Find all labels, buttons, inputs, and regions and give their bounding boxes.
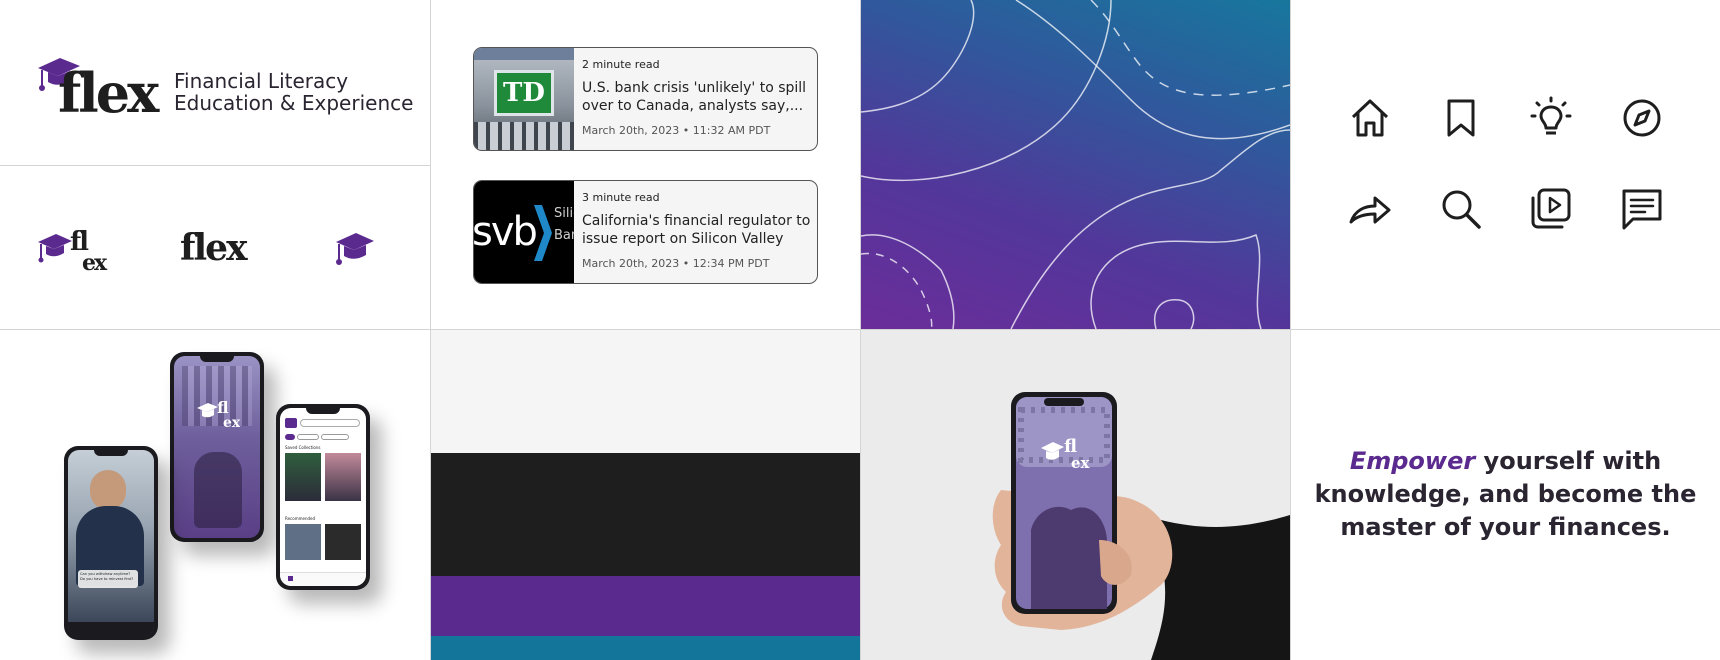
news-thumbnail: TD <box>474 48 574 150</box>
read-time: 3 minute read <box>582 191 660 204</box>
share-icon <box>1349 196 1391 224</box>
flex-logo: flex <box>38 58 163 122</box>
svg-text:flex: flex <box>58 61 160 122</box>
video-library-icon <box>1531 188 1571 229</box>
color-palette-panel <box>431 330 860 660</box>
read-time: 2 minute read <box>582 58 660 71</box>
news-cards-panel: TD 2 minute read U.S. bank crisis 'unlik… <box>431 0 860 329</box>
recommended-card[interactable] <box>285 524 321 560</box>
svg-text:ex: ex <box>82 250 108 276</box>
logo-panel: flex Financial Literacy Education & Expe… <box>0 0 430 165</box>
flex-stacked-logo: fl ex <box>197 398 240 430</box>
svb-side-text: Silic Ban <box>554 206 574 243</box>
section-title: Saved Collections <box>285 445 321 450</box>
logo-variants-panel: fl ex flex <box>0 166 430 329</box>
td-logo-text: TD <box>503 78 545 108</box>
news-headline: U.S. bank crisis 'unlikely' to spill ove… <box>582 80 807 114</box>
news-date: March 20th, 2023 • 11:32 AM PDT <box>582 124 771 137</box>
slogan-emphasis: Empower <box>1349 447 1476 475</box>
slogan-panel: Empower yourself with knowledge, and bec… <box>1291 330 1720 660</box>
graduation-cap-icon <box>38 234 72 263</box>
news-card[interactable]: svb Silic Ban 3 minute read California's… <box>473 180 818 284</box>
tagline-line-2: Education & Experience <box>174 91 414 115</box>
hand-illustration: fl ex <box>992 392 1290 660</box>
tagline: Financial Literacy Education & Experienc… <box>174 70 413 114</box>
phone-mockup-feed: Saved Collections Recommended <box>276 404 370 590</box>
chat-icon <box>1622 189 1662 230</box>
chevron-right-icon <box>534 205 552 261</box>
graduation-cap-icon <box>336 233 374 265</box>
svg-text:flex: flex <box>180 227 248 266</box>
svg-text:ex: ex <box>1071 454 1091 472</box>
icon-set-panel <box>1291 0 1720 329</box>
brand-gradient-pattern <box>861 0 1290 329</box>
phone-mockup-video: Can you withdraw anytime? Do you have to… <box>64 446 158 640</box>
recommended-card[interactable] <box>325 524 361 560</box>
swatch-dark <box>431 453 860 576</box>
news-headline: California's financial regulator to issu… <box>582 213 811 250</box>
search-icon <box>1442 190 1481 229</box>
home-icon[interactable] <box>288 576 293 581</box>
swatch-purple <box>431 576 860 636</box>
news-date: March 20th, 2023 • 12:34 PM PDT <box>582 257 770 270</box>
lightbulb-icon <box>1530 96 1572 135</box>
hand-phone-photo: fl ex <box>861 330 1290 660</box>
app-mockups-panel: fl ex Saved Collections Recommended Can … <box>0 330 430 660</box>
slogan: Empower yourself with knowledge, and bec… <box>1311 445 1700 544</box>
bottom-nav <box>68 622 154 636</box>
logo-mark <box>285 418 297 428</box>
contour-lines <box>861 0 1290 329</box>
search-input[interactable] <box>300 419 360 427</box>
collection-card[interactable] <box>285 453 321 501</box>
news-card[interactable]: TD 2 minute read U.S. bank crisis 'unlik… <box>473 47 818 151</box>
compass-icon <box>1623 99 1661 137</box>
section-title: Recommended <box>285 516 316 521</box>
presenter-face <box>90 470 126 510</box>
svb-logo-text: svb <box>474 209 538 255</box>
swatch-teal <box>431 636 860 660</box>
bookmark-icon <box>1447 99 1475 137</box>
collection-card[interactable] <box>325 453 361 501</box>
brand-board: flex Financial Literacy Education & Expe… <box>0 0 1720 660</box>
svg-text:ex: ex <box>223 415 240 430</box>
flex-stacked-logo: fl ex <box>38 227 110 276</box>
flex-wordmark: flex <box>180 227 250 266</box>
phone-mockup-splash: fl ex <box>170 352 264 542</box>
video-caption: Can you withdraw anytime? Do you have to… <box>78 570 138 588</box>
news-thumbnail: svb Silic Ban <box>474 181 574 283</box>
home-icon <box>1351 99 1389 137</box>
tagline-line-1: Financial Literacy <box>174 69 349 93</box>
swatch-light <box>431 330 860 453</box>
